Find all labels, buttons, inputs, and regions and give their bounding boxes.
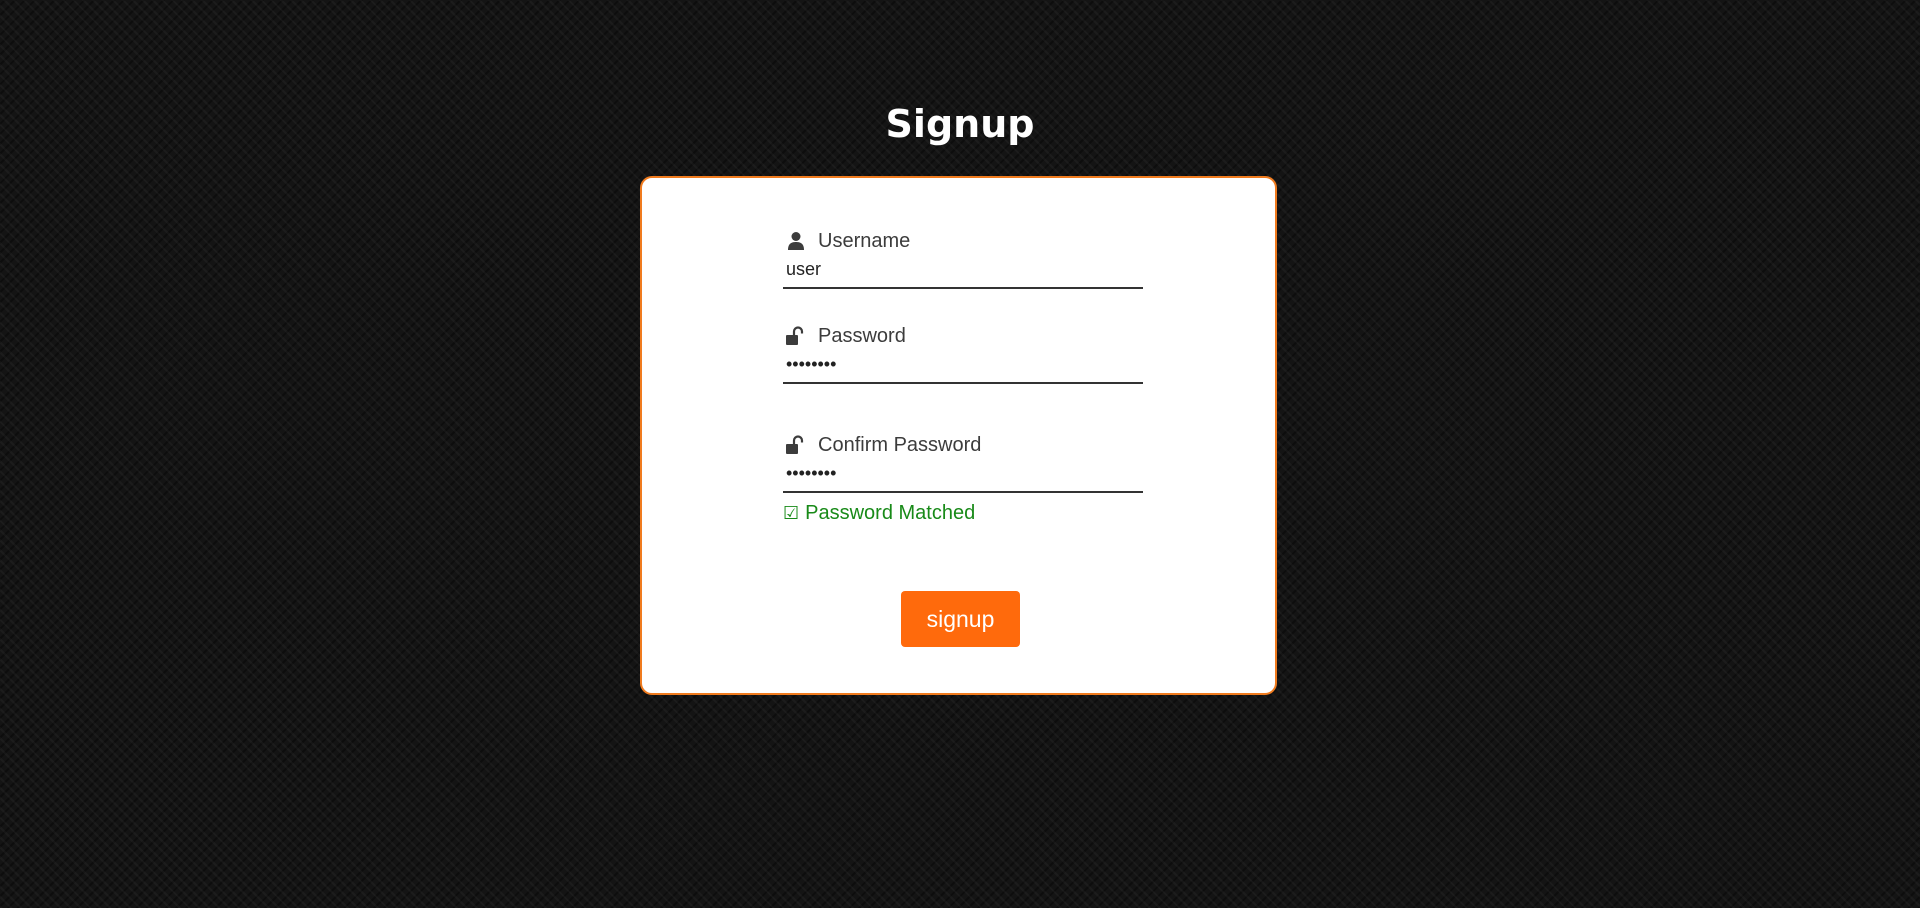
password-field: Password — [783, 322, 1143, 384]
password-label-row: Password — [783, 322, 1143, 350]
password-match-message: ☑ Password Matched — [783, 502, 975, 525]
username-label: Username — [818, 229, 911, 252]
user-icon — [786, 230, 806, 252]
username-field: Username — [783, 227, 1143, 289]
password-input[interactable] — [783, 350, 1143, 384]
unlock-icon — [786, 434, 806, 456]
signup-button[interactable]: signup — [901, 591, 1020, 647]
confirm-password-label: Confirm Password — [818, 433, 982, 456]
password-label: Password — [818, 324, 906, 347]
username-input[interactable] — [783, 255, 1143, 289]
confirm-password-input[interactable] — [783, 459, 1143, 493]
username-label-row: Username — [783, 227, 1143, 255]
page-title: Signup — [885, 102, 1035, 146]
confirm-password-label-row: Confirm Password — [783, 431, 1143, 459]
checkbox-checked-icon: ☑ — [783, 503, 800, 524]
confirm-password-field: Confirm Password — [783, 431, 1143, 493]
signup-card: Username Password Confirm Password — [640, 176, 1277, 695]
unlock-icon — [786, 325, 806, 347]
password-match-text: Password Matched — [805, 502, 976, 524]
